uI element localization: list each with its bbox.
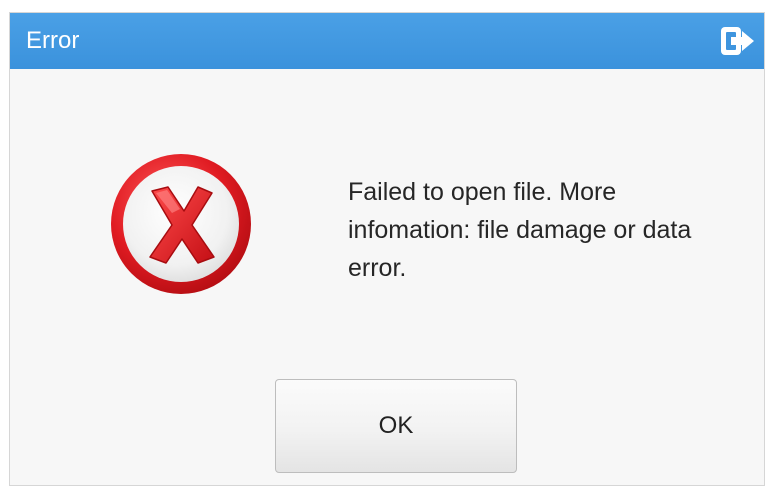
exit-icon[interactable] xyxy=(718,23,758,59)
error-dialog: Error Failed to open file. More infomati… xyxy=(9,12,765,486)
ok-button[interactable]: OK xyxy=(275,379,517,473)
error-x-circle-icon xyxy=(106,149,256,299)
error-message: Failed to open file. More infomation: fi… xyxy=(348,178,692,282)
ok-button-label: OK xyxy=(378,412,414,439)
title-bar: Error xyxy=(10,13,764,69)
dialog-title: Error xyxy=(26,27,80,54)
